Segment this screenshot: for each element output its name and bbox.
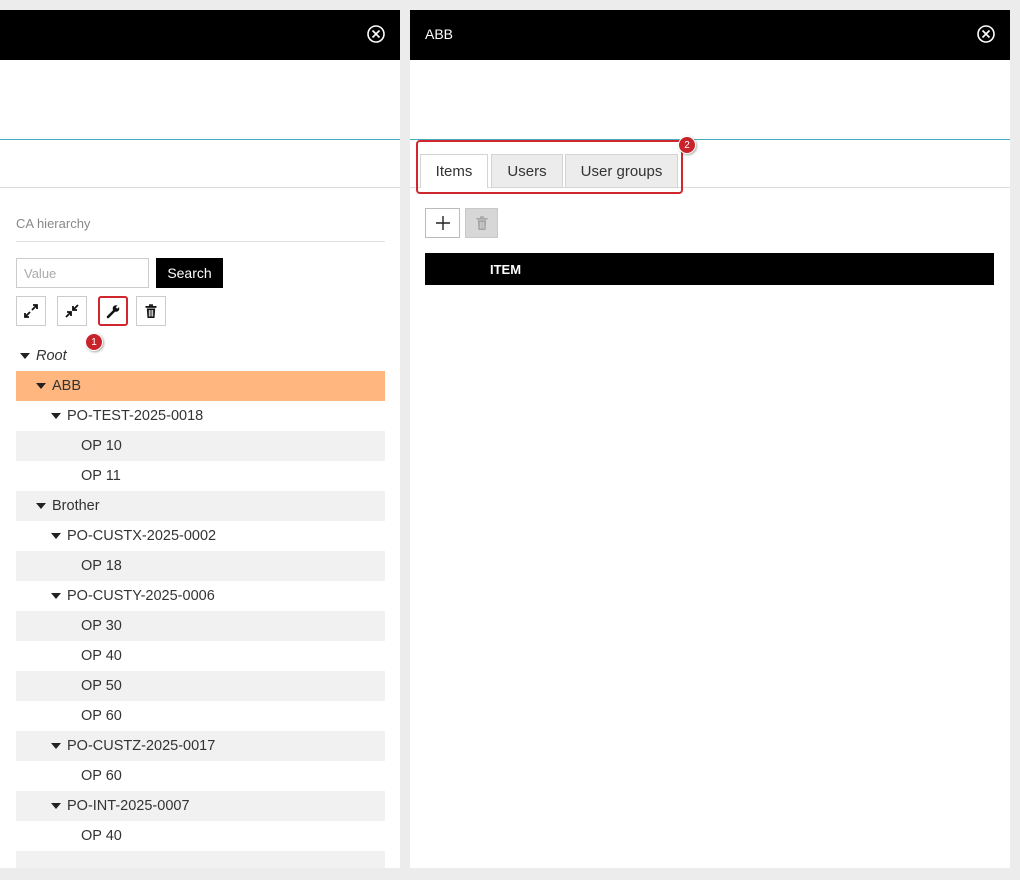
close-icon[interactable] (976, 24, 996, 44)
tree-node[interactable]: PO-TEST-2025-0018 (16, 401, 385, 431)
left-panel: CA hierarchy Search 1 RootABBPO-TEST-202… (0, 10, 400, 868)
tree-node[interactable]: OP 60 (16, 701, 385, 731)
divider-line (0, 187, 400, 188)
tree-node[interactable]: Root (16, 341, 385, 371)
caret-down-icon[interactable] (36, 383, 46, 389)
tree-node-label: OP 11 (81, 468, 121, 484)
tree-node[interactable]: OP 18 (16, 551, 385, 581)
tree-node-label: OP 50 (81, 678, 122, 694)
tree-node-label: OP 40 (81, 828, 122, 844)
tree-node-label: OP 10 (81, 438, 122, 454)
tree-node[interactable]: Brother (16, 491, 385, 521)
add-item-button[interactable] (425, 208, 460, 238)
tree-node-label: PO-INT-2025-0007 (67, 798, 190, 814)
tabs-highlight-box (416, 140, 683, 194)
delete-button[interactable] (136, 296, 166, 326)
tree-node[interactable]: OP 10 (16, 431, 385, 461)
tree-node-label: OP 18 (81, 558, 122, 574)
left-panel-header (0, 10, 400, 60)
tree-node-label: Brother (52, 498, 100, 514)
tree-node-label: OP 40 (81, 648, 122, 664)
tree-node-label: ABB (52, 378, 82, 394)
close-icon[interactable] (366, 24, 386, 44)
column-header-item[interactable]: ITEM (490, 262, 521, 277)
trash-icon (145, 304, 157, 318)
tree-node[interactable]: ABB (16, 371, 385, 401)
section-divider (16, 241, 385, 242)
tree-node[interactable]: PO-CUSTY-2025-0006 (16, 581, 385, 611)
section-label: CA hierarchy (16, 216, 91, 231)
caret-down-icon[interactable] (51, 803, 61, 809)
tree-node[interactable]: OP 50 (16, 671, 385, 701)
tree-node-label: Root (36, 348, 67, 364)
caret-down-icon[interactable] (20, 353, 30, 359)
tree-node[interactable]: OP 40 (16, 641, 385, 671)
divider-line (0, 139, 400, 140)
tree-node-label: PO-CUSTX-2025-0002 (67, 528, 217, 544)
caret-down-icon[interactable] (51, 593, 61, 599)
tree-node[interactable]: PO-CUSTX-2025-0002 (16, 521, 385, 551)
expand-all-button[interactable] (16, 296, 46, 326)
wrench-icon (106, 303, 121, 319)
ca-hierarchy-tree: Root ABB PO-TEST-2025-0018 OP 10 OP 11 Brothe… (16, 341, 385, 868)
tree-node-label: PO-CUSTZ-2025-0017 (67, 738, 216, 754)
tree-node[interactable]: PO-CUSTZ-2025-0017 (16, 731, 385, 761)
expand-arrows-icon (24, 304, 38, 318)
tree-node[interactable] (16, 851, 385, 868)
plus-icon (435, 216, 450, 230)
tree-node-label: PO-CUSTY-2025-0006 (67, 588, 215, 604)
tree-node[interactable]: OP 40 (16, 821, 385, 851)
tree-node-label: PO-TEST-2025-0018 (67, 408, 204, 424)
right-panel: ABB Items Users User groups 2 ITEM (410, 10, 1010, 868)
tree-node[interactable]: OP 60 (16, 761, 385, 791)
search-input[interactable] (16, 258, 149, 288)
collapse-arrows-icon (65, 304, 79, 318)
annotation-badge: 2 (678, 136, 696, 154)
caret-down-icon[interactable] (51, 533, 61, 539)
tree-node-label: OP 60 (81, 708, 122, 724)
items-table-header: ITEM (425, 253, 994, 285)
caret-down-icon[interactable] (51, 743, 61, 749)
tree-node[interactable]: OP 11 (16, 461, 385, 491)
collapse-all-button[interactable] (57, 296, 87, 326)
tree-node-label: OP 60 (81, 768, 122, 784)
tree-node-label: OP 30 (81, 618, 122, 634)
settings-button[interactable] (98, 296, 128, 326)
delete-item-button[interactable] (465, 208, 498, 238)
tree-node[interactable]: PO-INT-2025-0007 (16, 791, 385, 821)
right-panel-title: ABB (425, 26, 454, 42)
trash-icon (476, 216, 487, 230)
caret-down-icon[interactable] (36, 503, 46, 509)
search-button[interactable]: Search (156, 258, 223, 288)
right-panel-header: ABB (410, 10, 1010, 60)
tree-node[interactable]: OP 30 (16, 611, 385, 641)
caret-down-icon[interactable] (51, 413, 61, 419)
